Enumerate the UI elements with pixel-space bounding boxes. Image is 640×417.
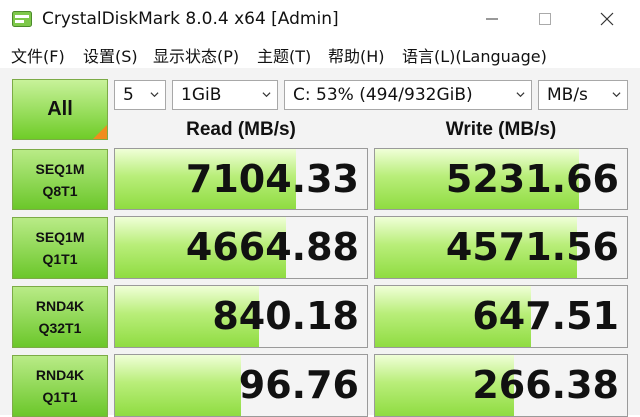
write-value: 647.51 [472,294,619,338]
maximize-button[interactable] [530,6,560,32]
write-result-seq1m-q1t1: 4571.56 [374,216,628,279]
read-bar-fill [115,355,241,416]
menu-settings[interactable]: 设置(S) [83,43,138,67]
test-params: Q1T1 [42,251,78,267]
write-value: 266.38 [472,363,619,407]
test-button-seq1m-q1t1[interactable]: SEQ1M Q1T1 [12,217,108,279]
test-name: RND4K [35,367,85,383]
test-params: Q32T1 [38,320,82,336]
menu-file[interactable]: 文件(F) [11,43,65,67]
minimize-button[interactable] [477,6,507,32]
corner-marker [93,125,107,139]
window-title: CrystalDiskMark 8.0.4 x64 [Admin] [42,9,339,29]
unit-value: MB/s [547,85,588,105]
drive-select[interactable]: C: 53% (494/932GiB) [284,80,532,110]
chevron-down-icon [516,92,525,98]
test-button-rnd4k-q32t1[interactable]: RND4K Q32T1 [12,286,108,348]
test-params: Q1T1 [42,389,78,405]
run-all-button[interactable]: All [12,79,108,140]
read-value: 840.18 [212,294,359,338]
test-name: RND4K [35,298,85,314]
unit-select[interactable]: MB/s [538,80,628,110]
test-size-select[interactable]: 1GiB [172,80,278,110]
read-result-rnd4k-q32t1: 840.18 [114,285,368,348]
test-count-select[interactable]: 5 [114,80,166,110]
read-result-seq1m-q1t1: 4664.88 [114,216,368,279]
close-icon [600,12,614,26]
chevron-down-icon [612,92,621,98]
menu-display-status[interactable]: 显示状态(P) [153,43,239,67]
read-value: 7104.33 [185,157,359,201]
test-name: SEQ1M [35,160,85,177]
drive-value: C: 53% (494/932GiB) [293,85,473,105]
menu-language[interactable]: 语言(L)(Language) [402,43,547,67]
menu-help[interactable]: 帮助(H) [328,43,385,67]
menu-bar: 文件(F) 设置(S) 显示状态(P) 主题(T) 帮助(H) 语言(L)(La… [0,38,640,68]
read-value: 4664.88 [185,225,359,269]
test-params: Q8T1 [42,182,78,199]
write-result-rnd4k-q32t1: 647.51 [374,285,628,348]
read-value: 96.76 [238,363,359,407]
write-value: 4571.56 [445,225,619,269]
crystaldiskmark-app-icon [12,11,32,27]
chevron-down-icon [150,92,159,98]
write-result-rnd4k-q1t1: 266.38 [374,354,628,417]
read-column-header: Read (MB/s) [186,119,296,140]
write-column-header: Write (MB/s) [445,119,557,140]
title-bar: CrystalDiskMark 8.0.4 x64 [Admin] [0,0,640,38]
close-button[interactable] [592,6,622,32]
write-value: 5231.66 [445,157,619,201]
chevron-down-icon [262,92,271,98]
run-all-label: All [47,98,73,120]
read-result-seq1m-q8t1: 7104.33 [114,148,368,210]
maximize-icon [539,13,551,25]
test-button-seq1m-q8t1[interactable]: SEQ1M Q8T1 [12,149,108,210]
write-result-seq1m-q8t1: 5231.66 [374,148,628,210]
minimize-icon [486,18,498,20]
test-name: SEQ1M [35,229,85,245]
test-size-value: 1GiB [181,85,222,105]
read-result-rnd4k-q1t1: 96.76 [114,354,368,417]
menu-theme[interactable]: 主题(T) [257,43,311,67]
test-count-value: 5 [123,85,134,105]
test-button-rnd4k-q1t1[interactable]: RND4K Q1T1 [12,355,108,417]
